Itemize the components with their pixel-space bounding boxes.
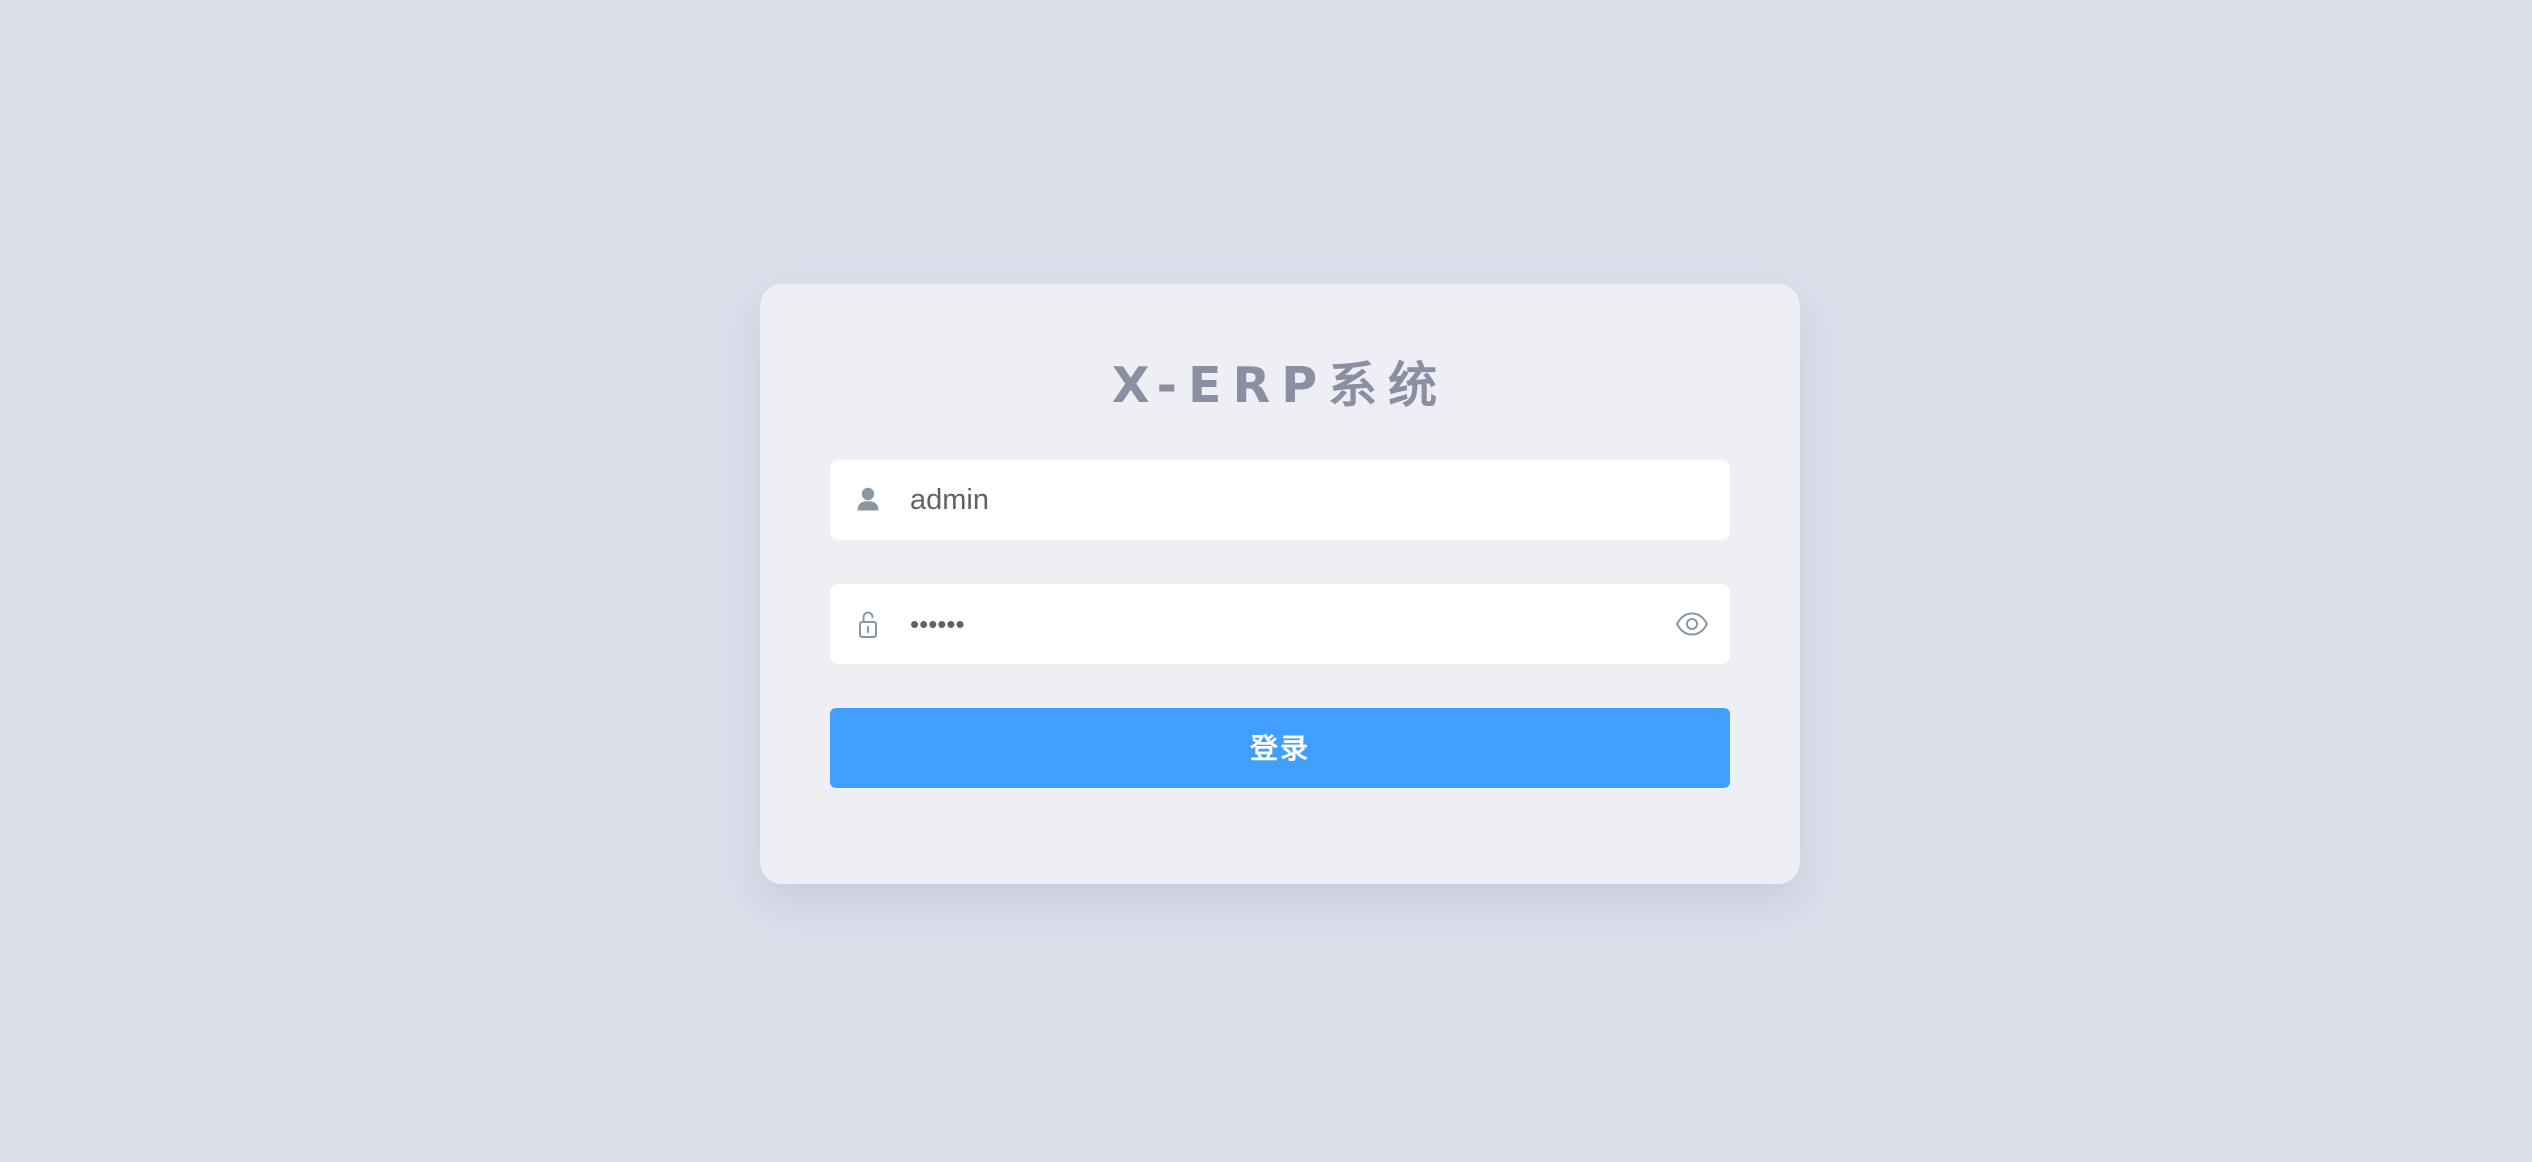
login-card: X-ERP系统 登录 (760, 284, 1800, 884)
password-field[interactable] (830, 584, 1730, 664)
lock-icon (859, 611, 877, 638)
eye-icon[interactable] (1672, 604, 1712, 644)
login-button[interactable]: 登录 (830, 708, 1730, 788)
username-field[interactable] (830, 460, 1730, 540)
username-input[interactable] (910, 460, 1630, 540)
password-input[interactable] (910, 584, 1630, 664)
system-title: X-ERP系统 (1111, 357, 1449, 414)
user-icon (857, 487, 879, 511)
login-page: X-ERP系统 登录 (0, 0, 2532, 1162)
